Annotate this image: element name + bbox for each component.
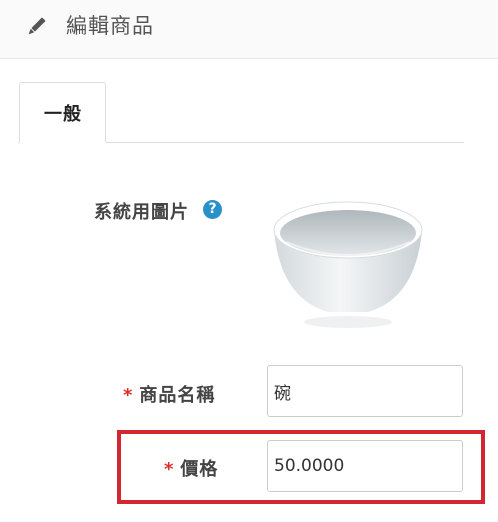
product-image[interactable]	[268, 190, 428, 340]
required-marker: *	[123, 385, 134, 406]
question-circle-icon[interactable]: ?	[203, 200, 222, 219]
tab-general-label: 一般	[44, 104, 82, 125]
system-image-label: 系統用圖片	[94, 198, 189, 224]
tab-general[interactable]: 一般	[19, 82, 106, 143]
page-header: 編輯商品	[0, 0, 498, 59]
product-name-label-text: 商品名稱	[139, 385, 216, 406]
pencil-icon	[28, 17, 46, 35]
product-name-label: * 商品名稱	[123, 381, 215, 407]
edit-product-page: 編輯商品 一般 系統用圖片 ? *商品名稱 *價	[0, 0, 498, 522]
price-highlight-box	[117, 430, 485, 504]
page-title: 編輯商品	[66, 14, 154, 38]
system-image-label-text: 系統用圖片	[94, 202, 189, 223]
product-name-input[interactable]	[267, 365, 463, 417]
